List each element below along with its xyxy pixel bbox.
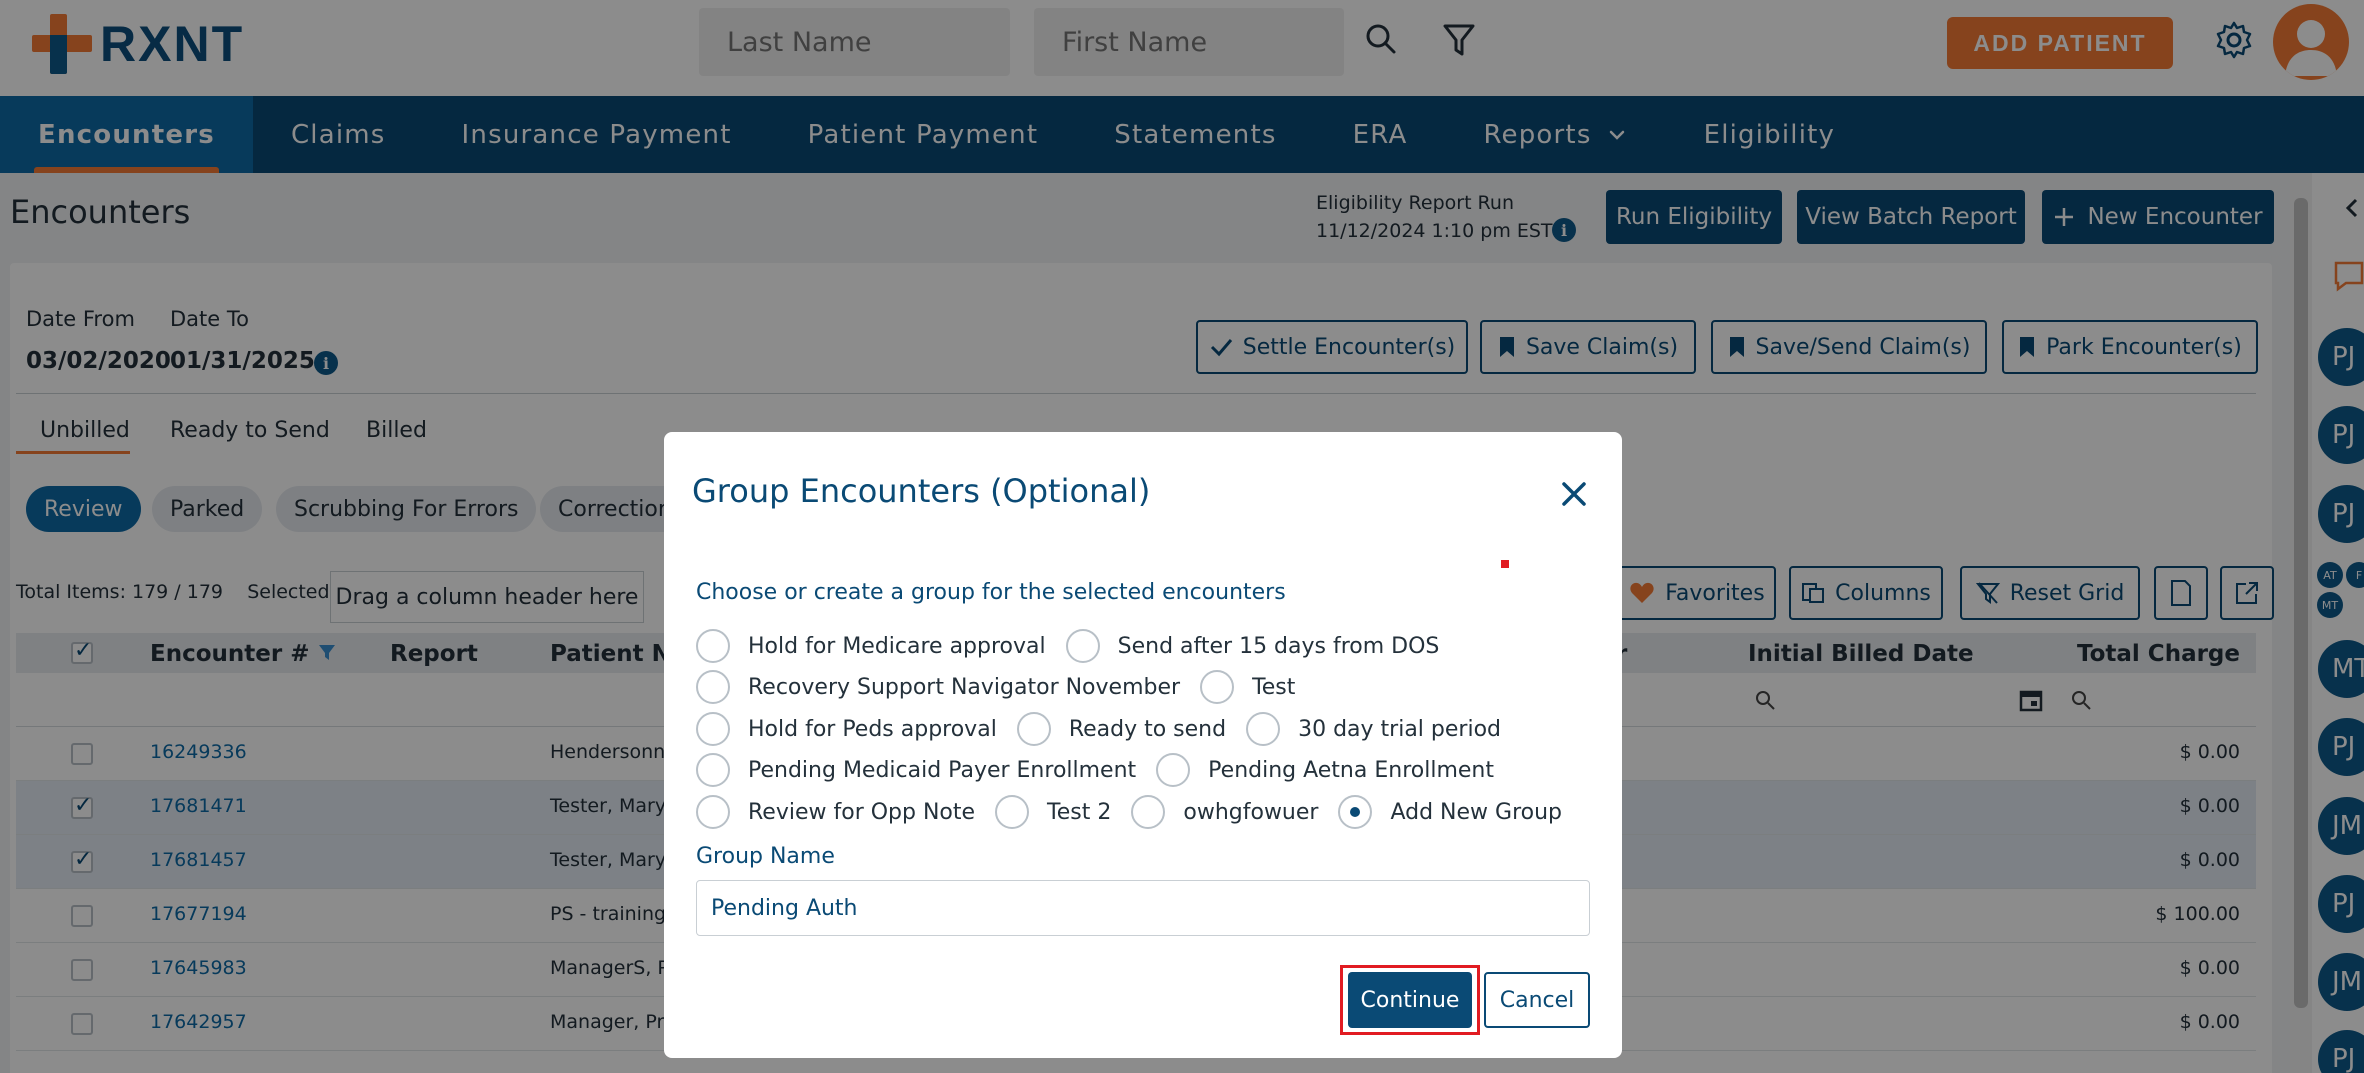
radio-circle[interactable] [1200,670,1235,704]
radio-group-row: Hold for Peds approval Ready to send 30 … [696,709,1521,749]
group-name-input[interactable] [696,880,1590,936]
radio-test-2[interactable]: Test 2 [995,795,1111,829]
radio-pending-medicaid-payer-enrollment[interactable]: Pending Medicaid Payer Enrollment [696,753,1136,787]
radio-group-row: Pending Medicaid Payer Enrollment Pendin… [696,750,1514,790]
radio-group-row: Recovery Support Navigator November Test [696,667,1315,707]
radio-circle[interactable] [995,795,1030,829]
radio-hold-for-medicare-approval[interactable]: Hold for Medicare approval [696,629,1046,663]
radio-circle-selected[interactable] [1338,795,1373,829]
radio-test[interactable]: Test [1200,670,1295,704]
radio-send-after-15-days[interactable]: Send after 15 days from DOS [1065,629,1439,663]
continue-button[interactable]: Continue [1348,972,1472,1028]
group-encounters-modal: Group Encounters (Optional) Choose or cr… [664,432,1622,1058]
radio-circle[interactable] [696,670,730,704]
close-icon[interactable] [1556,476,1592,512]
radio-circle[interactable] [1065,629,1100,663]
radio-circle[interactable] [696,795,730,829]
radio-hold-for-peds-approval[interactable]: Hold for Peds approval [696,712,997,746]
group-name-label: Group Name [696,844,835,869]
radio-review-for-opp-note[interactable]: Review for Opp Note [696,795,975,829]
cancel-button[interactable]: Cancel [1484,972,1590,1028]
radio-ready-to-send[interactable]: Ready to send [1016,712,1226,746]
radio-owhgfowuer[interactable]: owhgfowuer [1131,795,1318,829]
radio-circle[interactable] [696,629,730,663]
radio-circle[interactable] [1156,753,1191,787]
modal-subtitle: Choose or create a group for the selecte… [696,580,1286,605]
modal-title: Group Encounters (Optional) [692,472,1151,510]
radio-group-row: Hold for Medicare approval Send after 15… [696,626,1459,666]
radio-30-day-trial-period[interactable]: 30 day trial period [1246,712,1501,746]
radio-group-row: Review for Opp Note Test 2 owhgfowuer Ad… [696,792,1582,832]
radio-add-new-group[interactable]: Add New Group [1338,795,1562,829]
radio-circle[interactable] [1016,712,1051,746]
radio-circle[interactable] [1131,795,1166,829]
radio-circle[interactable] [696,712,730,746]
radio-recovery-support-navigator[interactable]: Recovery Support Navigator November [696,670,1180,704]
red-marker [1501,560,1509,568]
radio-pending-aetna-enrollment[interactable]: Pending Aetna Enrollment [1156,753,1494,787]
radio-circle[interactable] [696,753,730,787]
radio-circle[interactable] [1246,712,1281,746]
